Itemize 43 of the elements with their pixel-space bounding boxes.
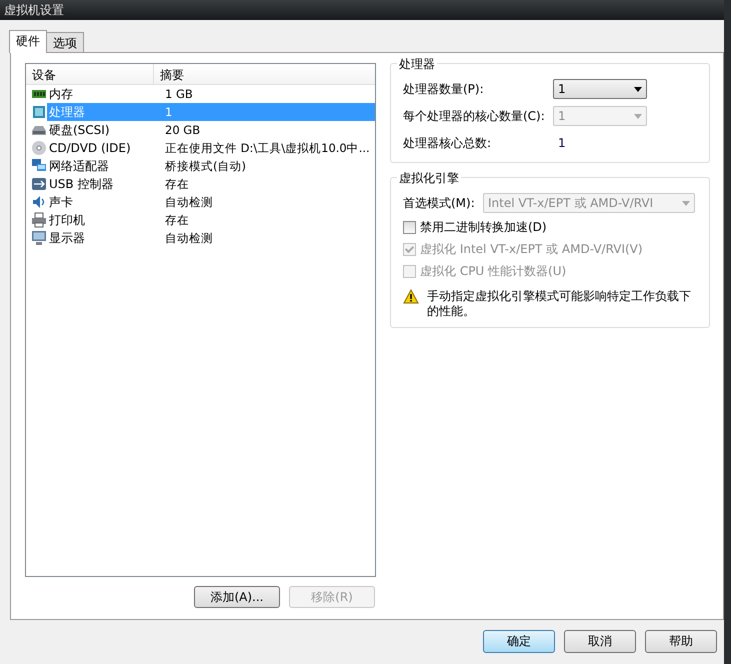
list-item[interactable]: USB 控制器 [47,175,159,193]
table-cell-text: 存在 [164,176,190,193]
list-item[interactable]: 网络适配器 [47,157,159,175]
value-text: 1 [557,136,566,150]
button[interactable]: 确定 [483,630,555,653]
table-cell-text: 桥接模式(自动) [164,158,247,175]
table-cell-text: 自动检测 [164,194,214,211]
field-label: 处理器核心总数: [403,134,492,152]
monitor-icon [31,230,47,246]
list-item[interactable]: 显示器 [47,229,159,247]
column-header[interactable]: 摘要 [154,64,190,84]
warning-icon [403,289,419,305]
list-item[interactable]: 打印机 [47,211,159,229]
table-cell-text: 1 GB [164,86,194,103]
warning-text: 手动指定虚拟化引擎模式可能影响特定工作负载下的性能。 [427,289,692,319]
column-header[interactable]: 设备 [26,64,154,84]
window-title: 虚拟机设置 [4,2,64,18]
usb-icon [31,176,47,192]
network-icon [31,158,47,174]
tab[interactable]: 选项 [46,32,84,52]
list-item[interactable]: 硬盘(SCSI) [47,121,159,139]
checkbox[interactable]: 禁用二进制转换加速(D) [403,219,703,236]
printer-icon [31,212,47,228]
table-cell-text: 存在 [164,212,190,229]
table-cell: 1 [159,103,375,121]
disc-icon [31,140,47,156]
tab[interactable]: 硬件 [9,30,47,53]
list-item[interactable]: CD/DVD (IDE) [47,139,159,157]
field-label: 处理器数量(P): [403,80,485,98]
speaker-icon [31,194,47,210]
list-item[interactable]: 声卡 [47,193,159,211]
field-label: 首选模式(M): [403,194,476,212]
table-cell-text: 正在使用文件 D:\工具\虚拟机10.0中... [164,140,371,157]
group-title: 虚拟化引擎 [397,170,461,187]
chip-icon [31,104,47,120]
button[interactable]: 添加(A)... [194,586,280,608]
table-cell-text: 20 GB [164,122,202,139]
button[interactable]: 帮助 [645,630,717,653]
dropdown[interactable]: 1 [553,79,647,99]
field-label: 每个处理器的核心数量(C): [403,108,546,124]
button[interactable]: 取消 [564,630,636,653]
table-cell-text: 自动检测 [164,230,214,247]
list-item[interactable]: 内存 [47,85,159,103]
